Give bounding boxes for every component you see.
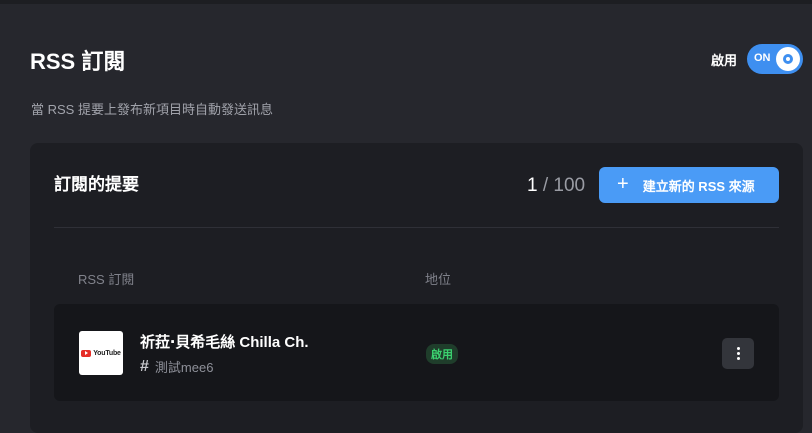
more-icon-dot: [736, 347, 740, 350]
youtube-thumbnail: YouTube: [79, 331, 123, 375]
youtube-play-icon: [81, 349, 92, 357]
subscribed-feeds-panel: 訂閱的提要 1 / 100 + 建立新的 RSS 來源 RSS 訂閱 地位 Yo…: [30, 143, 803, 433]
counter-max: 100: [553, 175, 586, 196]
youtube-logo-text: YouTube: [93, 349, 121, 357]
top-border: [0, 0, 812, 4]
channel-info: # 測試mee6: [140, 357, 213, 376]
column-header-rss: RSS 訂閱: [78, 272, 135, 287]
more-options-button[interactable]: [722, 338, 754, 369]
create-rss-source-button[interactable]: + 建立新的 RSS 來源: [599, 167, 779, 203]
feed-counter: 1 / 100: [527, 175, 585, 197]
counter-current: 1: [527, 175, 538, 196]
more-icon-dot: [736, 352, 740, 355]
page-title: RSS 訂閱: [30, 49, 126, 74]
enable-toggle[interactable]: ON: [747, 44, 803, 74]
column-header-status: 地位: [425, 272, 452, 287]
toggle-state-text: ON: [754, 52, 771, 64]
status-badge: 啟用: [426, 344, 458, 364]
more-icon-dot: [736, 357, 740, 360]
page-subtitle: 當 RSS 提要上發布新項目時自動發送訊息: [31, 102, 273, 117]
plus-icon: +: [617, 173, 629, 195]
toggle-knob: [776, 47, 800, 71]
feed-name: 祈菈‧貝希毛絲 Chilla Ch.: [140, 334, 309, 351]
create-button-label: 建立新的 RSS 來源: [642, 178, 755, 194]
enable-label: 啟用: [710, 52, 737, 68]
counter-separator: /: [537, 175, 554, 196]
hash-icon: #: [140, 357, 149, 375]
divider: [54, 227, 779, 228]
channel-name: 測試mee6: [154, 360, 214, 375]
panel-title: 訂閱的提要: [54, 175, 139, 194]
enable-control: 啟用 ON: [711, 44, 803, 74]
table-row[interactable]: YouTube 祈菈‧貝希毛絲 Chilla Ch. # 測試mee6 啟用: [54, 304, 779, 401]
